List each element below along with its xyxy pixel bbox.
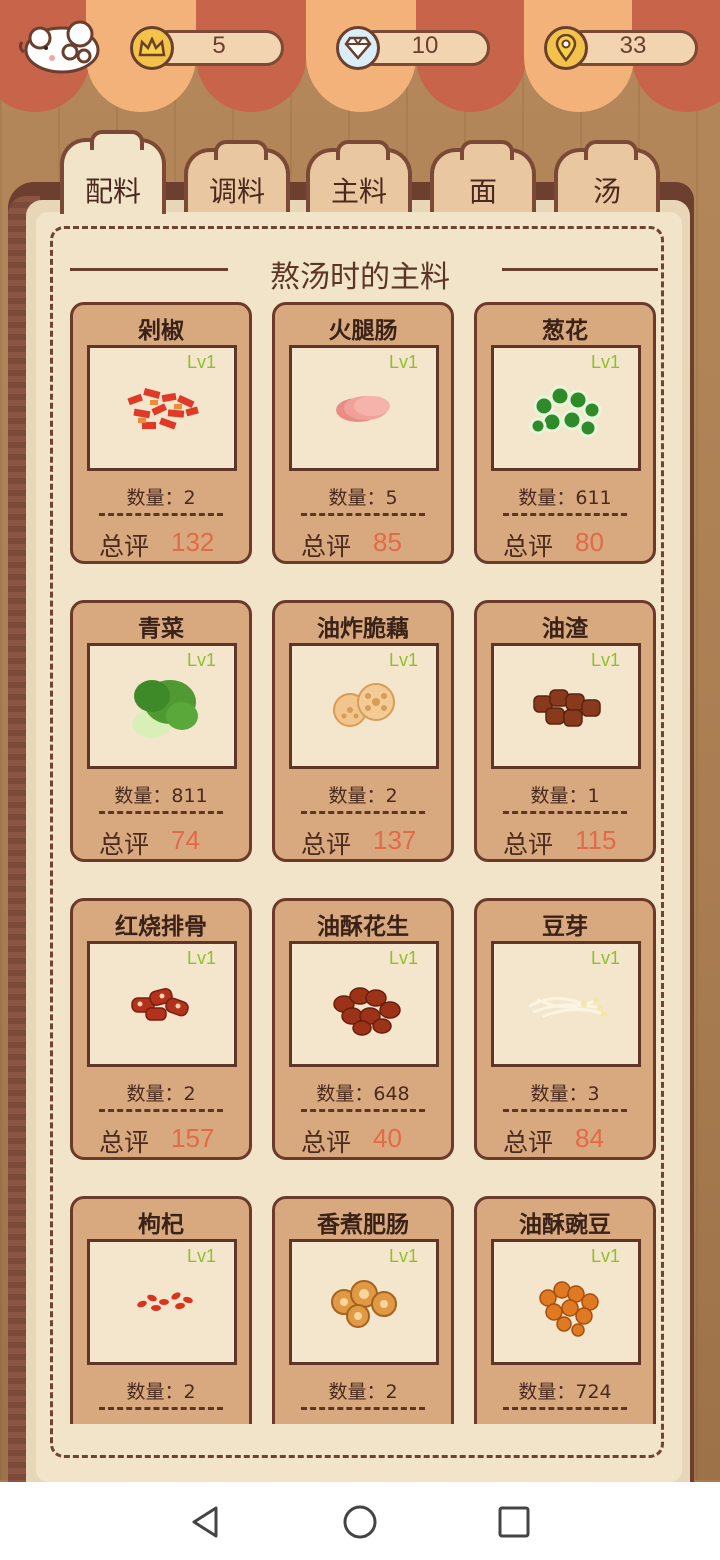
mascot-logo-icon[interactable] <box>16 18 104 78</box>
location-pin-icon <box>544 26 588 70</box>
quantity-text: 数量：5 <box>328 487 398 509</box>
level-label: Lv1 <box>590 650 620 670</box>
level-label: Lv1 <box>186 948 216 968</box>
ingredient-card-pork-intestine[interactable]: 香煮肥肠 Lv1 数量：2 <box>272 1196 454 1424</box>
quantity-text: 数量：811 <box>114 785 208 807</box>
level-label: Lv1 <box>186 1246 216 1266</box>
ingredient-card-fried-peanuts[interactable]: 油酥花生 Lv1 数量：648 总评 40 <box>272 898 454 1160</box>
score-value: 74 <box>171 825 200 855</box>
system-nav-bar <box>0 1482 720 1560</box>
ingredient-card-pork-crackling[interactable]: 油渣 Lv1 数量：1 总评 115 <box>474 600 656 862</box>
score-value: 115 <box>575 825 617 855</box>
ingredient-name: 火腿肠 <box>328 318 398 344</box>
quantity-text: 数量：3 <box>530 1083 600 1105</box>
ingredient-grid[interactable]: 剁椒 Lv1 数量：2 总评 132 火腿肠 Lv1 数量：5 总评 85 葱花… <box>36 296 682 1424</box>
quantity-text: 数量：2 <box>126 1083 196 1105</box>
quantity-text: 数量：611 <box>518 487 612 509</box>
level-label: Lv1 <box>388 650 418 670</box>
recent-apps-icon[interactable] <box>494 1502 534 1542</box>
quantity-text: 数量：724 <box>518 1381 612 1403</box>
tab-label: 汤 <box>592 175 621 208</box>
score-value: 157 <box>171 1123 215 1153</box>
ingredient-name: 油渣 <box>542 616 588 642</box>
level-label: Lv1 <box>186 352 216 372</box>
tab-mian[interactable]: 面 <box>430 140 536 214</box>
score-label: 总评 <box>301 1128 352 1157</box>
score-value: 137 <box>373 825 417 855</box>
crown-counter: 5 <box>130 26 286 70</box>
ingredient-card-chopped-chili[interactable]: 剁椒 Lv1 数量：2 总评 132 <box>70 302 252 564</box>
level-label: Lv1 <box>388 352 418 372</box>
score-label: 总评 <box>99 830 150 859</box>
section-title: 熬汤时的主料 <box>270 260 450 295</box>
score-label: 总评 <box>503 1128 554 1157</box>
ingredient-card-fried-lotus-root[interactable]: 油炸脆藕 Lv1 数量：2 总评 137 <box>272 600 454 862</box>
score-label: 总评 <box>503 830 554 859</box>
tab-label: 调料 <box>208 175 265 208</box>
quantity-text: 数量：648 <box>316 1083 410 1105</box>
location-counter: 33 <box>544 26 700 70</box>
home-icon[interactable] <box>340 1502 380 1542</box>
ingredient-name: 剁椒 <box>138 318 184 344</box>
level-label: Lv1 <box>186 650 216 670</box>
quantity-text: 数量：2 <box>328 785 398 807</box>
level-label: Lv1 <box>590 948 620 968</box>
ingredient-name: 枸杞 <box>138 1212 184 1238</box>
ingredient-card-ham-sausage[interactable]: 火腿肠 Lv1 数量：5 总评 85 <box>272 302 454 564</box>
quantity-text: 数量：2 <box>328 1381 398 1403</box>
ingredient-name: 油酥花生 <box>317 914 409 940</box>
tab-label: 配料 <box>84 175 141 208</box>
tab-zhuliao[interactable]: 主料 <box>306 140 412 214</box>
ingredient-card-bok-choy[interactable]: 青菜 Lv1 数量：811 总评 74 <box>70 600 252 862</box>
ingredient-name: 香煮肥肠 <box>317 1212 409 1238</box>
tab-tiaoliao[interactable]: 调料 <box>184 140 290 214</box>
ingredient-card-braised-ribs[interactable]: 红烧排骨 Lv1 数量：2 总评 157 <box>70 898 252 1160</box>
quantity-text: 数量：1 <box>530 785 600 807</box>
ingredient-name: 葱花 <box>542 318 588 344</box>
level-label: Lv1 <box>590 352 620 372</box>
diamond-icon <box>336 26 380 70</box>
tab-label: 主料 <box>330 175 387 208</box>
score-label: 总评 <box>301 532 352 561</box>
title-rule-right <box>502 268 658 271</box>
gem-counter: 10 <box>336 26 492 70</box>
score-value: 40 <box>373 1123 402 1153</box>
ingredient-card-goji-berry[interactable]: 枸杞 Lv1 数量：2 <box>70 1196 252 1424</box>
ingredient-name: 青菜 <box>138 616 184 642</box>
ingredient-name: 红烧排骨 <box>115 914 207 940</box>
score-value: 132 <box>171 527 215 557</box>
tab-tang[interactable]: 汤 <box>554 140 660 214</box>
score-label: 总评 <box>99 532 150 561</box>
score-value: 80 <box>575 527 604 557</box>
score-label: 总评 <box>503 532 554 561</box>
score-value: 85 <box>373 527 402 557</box>
level-label: Lv1 <box>388 948 418 968</box>
ingredient-card-scallion[interactable]: 葱花 Lv1 数量：611 总评 80 <box>474 302 656 564</box>
tab-peiliao[interactable]: 配料 <box>60 130 166 214</box>
ingredient-name: 油炸脆藕 <box>317 616 409 642</box>
ingredient-card-bean-sprouts[interactable]: 豆芽 Lv1 数量：3 总评 84 <box>474 898 656 1160</box>
crown-icon <box>130 26 174 70</box>
ingredient-name: 油酥豌豆 <box>519 1212 611 1238</box>
quantity-text: 数量：2 <box>126 487 196 509</box>
ingredient-name: 豆芽 <box>542 914 588 940</box>
ingredient-card-fried-peas[interactable]: 油酥豌豆 Lv1 数量：724 <box>474 1196 656 1424</box>
score-value: 84 <box>575 1123 604 1153</box>
quantity-text: 数量：2 <box>126 1381 196 1403</box>
back-icon[interactable] <box>186 1502 226 1542</box>
level-label: Lv1 <box>388 1246 418 1266</box>
score-label: 总评 <box>99 1128 150 1157</box>
tab-label: 面 <box>468 175 497 208</box>
score-label: 总评 <box>301 830 352 859</box>
level-label: Lv1 <box>590 1246 620 1266</box>
